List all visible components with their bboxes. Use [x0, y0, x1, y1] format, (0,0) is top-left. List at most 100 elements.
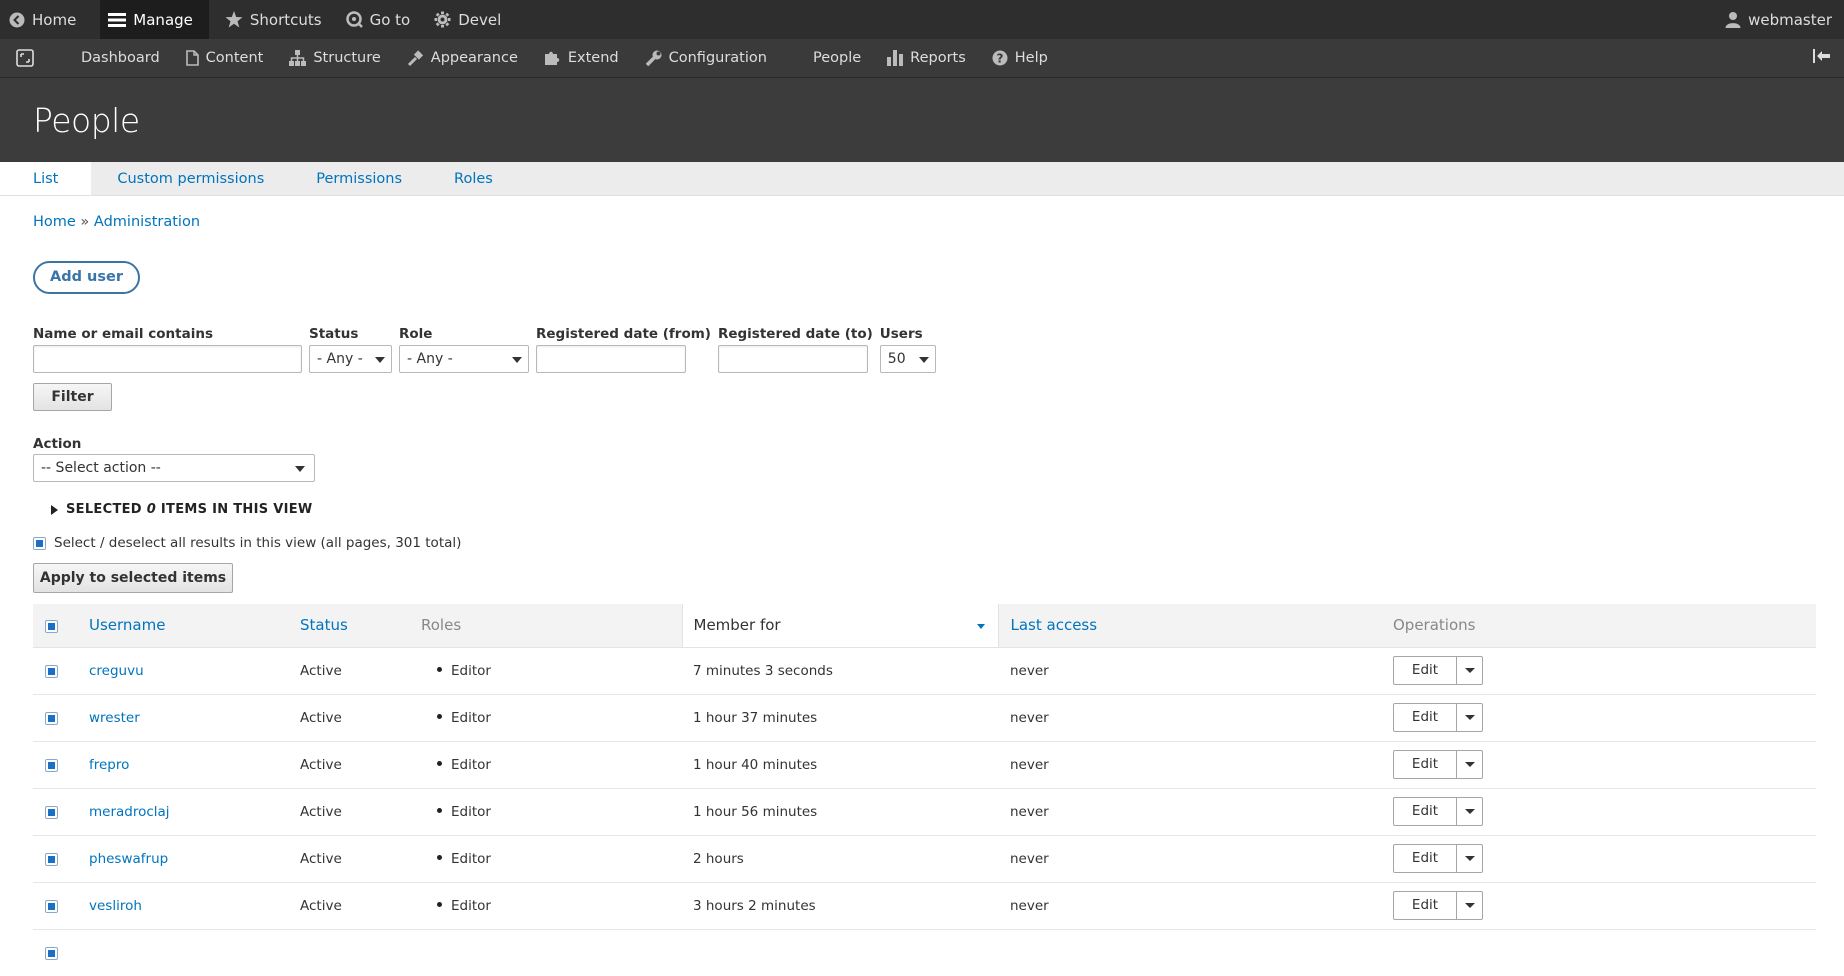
page-title: People: [33, 100, 140, 140]
users-table: Username Status Roles Member for Last ac…: [33, 604, 1816, 976]
username-link[interactable]: creguvu: [89, 647, 300, 695]
apply-to-selected-button[interactable]: Apply to selected items: [33, 563, 233, 593]
header-username[interactable]: Username: [89, 604, 300, 648]
breadcrumb-home[interactable]: Home: [33, 214, 76, 230]
structure-icon: [289, 50, 307, 66]
username-link[interactable]: [89, 929, 300, 976]
edit-button[interactable]: Edit: [1394, 798, 1457, 825]
row-select-cell[interactable]: [33, 741, 89, 789]
tab-custom-permissions[interactable]: Custom permissions: [91, 162, 290, 195]
date-from-group: Registered date (from): [536, 325, 711, 373]
role-label: Editor: [451, 709, 491, 726]
header-last-access[interactable]: Last access: [998, 604, 1393, 648]
toolbar-devel[interactable]: Devel: [434, 0, 525, 39]
header-checkbox[interactable]: [45, 620, 58, 634]
tab-roles[interactable]: Roles: [428, 162, 519, 195]
header-select-all[interactable]: [33, 604, 89, 648]
tray-content-label: Content: [205, 50, 264, 66]
users-per-page-group: Users 50: [879, 325, 936, 373]
row-select-cell[interactable]: [33, 835, 89, 883]
tab-permissions[interactable]: Permissions: [290, 162, 428, 195]
row-select-cell[interactable]: [33, 788, 89, 836]
tray-dashboard[interactable]: Dashboard: [81, 50, 160, 66]
status-cell: [300, 929, 421, 976]
row-checkbox[interactable]: [45, 852, 58, 866]
toolbar-shortcuts[interactable]: Shortcuts: [225, 0, 346, 39]
edit-button[interactable]: Edit: [1394, 751, 1457, 778]
edit-button[interactable]: Edit: [1394, 657, 1457, 684]
search-icon: [345, 11, 363, 28]
last-access-cell: never: [998, 882, 1393, 930]
operations-cell: Edit: [1393, 694, 1816, 742]
help-icon: ?: [992, 50, 1008, 66]
row-checkbox[interactable]: [45, 899, 58, 913]
row-select-cell[interactable]: [33, 929, 89, 976]
username-link[interactable]: frepro: [89, 741, 300, 789]
row-checkbox[interactable]: [45, 758, 58, 772]
dropbutton-toggle-icon[interactable]: [1457, 845, 1482, 872]
drupal-logo-icon[interactable]: [16, 49, 38, 67]
toolbar-home-label: Home: [32, 10, 77, 29]
role-filter-select[interactable]: - Any -: [399, 345, 529, 373]
dropbutton-toggle-icon[interactable]: [1457, 892, 1482, 919]
username-link[interactable]: wrester: [89, 694, 300, 742]
status-filter-select[interactable]: - Any -: [309, 345, 392, 373]
toolbar-home[interactable]: Home: [9, 0, 100, 39]
tray-extend[interactable]: Extend: [544, 50, 619, 66]
toolbar-goto[interactable]: Go to: [345, 0, 435, 39]
breadcrumb-administration[interactable]: Administration: [94, 214, 200, 230]
username-link[interactable]: vesliroh: [89, 882, 300, 930]
collapse-tray-icon[interactable]: [1813, 49, 1830, 67]
row-select-cell[interactable]: [33, 694, 89, 742]
action-select[interactable]: -- Select action --: [33, 454, 315, 482]
row-checkbox[interactable]: [45, 805, 58, 819]
tray-structure[interactable]: Structure: [289, 50, 381, 66]
tray-help[interactable]: ? Help: [992, 50, 1048, 66]
filter-button[interactable]: Filter: [33, 383, 112, 411]
tray-people-label: People: [812, 50, 862, 66]
header-status[interactable]: Status: [300, 604, 421, 648]
toolbar-manage[interactable]: Manage: [100, 0, 209, 39]
row-checkbox[interactable]: [45, 664, 58, 678]
row-select-cell[interactable]: [33, 882, 89, 930]
date-from-input[interactable]: [536, 345, 686, 373]
tray-configuration[interactable]: Configuration: [645, 50, 767, 67]
dropbutton-toggle-icon[interactable]: [1457, 657, 1482, 684]
dropbutton-toggle-icon[interactable]: [1457, 751, 1482, 778]
edit-button[interactable]: Edit: [1394, 892, 1457, 919]
users-per-page-label: Users: [879, 326, 923, 342]
status-filter-group: Status - Any -: [309, 325, 392, 373]
tab-list[interactable]: List: [0, 162, 92, 195]
edit-dropbutton: Edit: [1393, 750, 1483, 779]
toolbar-user[interactable]: webmaster: [1725, 0, 1832, 39]
row-checkbox[interactable]: [45, 711, 58, 725]
edit-dropbutton: Edit: [1393, 656, 1483, 685]
dropbutton-toggle-icon[interactable]: [1457, 704, 1482, 731]
users-per-page-select[interactable]: 50: [879, 345, 936, 373]
name-filter-input[interactable]: [33, 345, 302, 373]
tray-reports[interactable]: Reports: [887, 50, 966, 66]
svg-text:?: ?: [996, 52, 1003, 66]
row-checkbox[interactable]: [45, 946, 58, 960]
dropbutton-toggle-icon[interactable]: [1457, 798, 1482, 825]
username-link[interactable]: pheswafrup: [89, 835, 300, 883]
tray-appearance[interactable]: Appearance: [407, 49, 518, 67]
username-link[interactable]: meradroclaj: [89, 788, 300, 836]
edit-button[interactable]: Edit: [1394, 845, 1457, 872]
tray-content[interactable]: Content: [185, 50, 264, 66]
add-user-button[interactable]: Add user: [33, 261, 140, 294]
select-all-checkbox[interactable]: [33, 536, 46, 550]
header-member-for[interactable]: Member for: [681, 604, 999, 648]
date-to-input[interactable]: [717, 345, 868, 373]
hamburger-icon: [108, 12, 127, 27]
summary-prefix: SELECTED: [66, 502, 142, 517]
page-header: People: [0, 78, 1844, 162]
role-filter-value: - Any -: [407, 351, 453, 367]
edit-button[interactable]: Edit: [1394, 704, 1457, 731]
admin-toolbar: Home Manage Shortcuts Go to Devel webmas…: [0, 0, 1844, 39]
toolbar-manage-label: Manage: [133, 10, 193, 29]
selected-items-summary[interactable]: SELECTED 0 ITEMS IN THIS VIEW: [51, 502, 1814, 517]
row-select-cell[interactable]: [33, 647, 89, 695]
file-icon: [185, 50, 199, 66]
tray-people[interactable]: People: [813, 50, 861, 66]
